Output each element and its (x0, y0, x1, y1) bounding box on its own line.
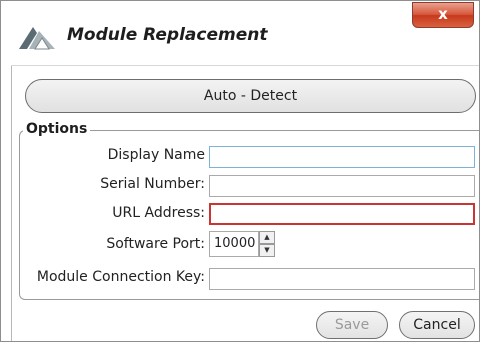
options-group-label: Options (23, 121, 91, 137)
module-replacement-dialog: Module Replacement x Auto - Detect Optio… (0, 0, 480, 342)
window-title: Module Replacement (67, 25, 268, 45)
auto-detect-button[interactable]: Auto - Detect (25, 79, 476, 113)
content-frame-left (11, 65, 12, 341)
chevron-down-icon: ▼ (264, 246, 270, 254)
serial-number-field[interactable] (209, 175, 475, 197)
display-name-label: Display Name (107, 147, 205, 163)
cancel-button[interactable]: Cancel (399, 311, 475, 339)
port-increment-button[interactable]: ▲ (259, 231, 275, 244)
connection-key-label: Module Connection Key: (36, 269, 205, 285)
port-decrement-button[interactable]: ▼ (259, 244, 275, 257)
serial-number-label: Serial Number: (100, 176, 205, 192)
software-port-field[interactable]: 10000 (209, 231, 259, 257)
display-name-field[interactable] (209, 146, 475, 168)
save-button[interactable]: Save (316, 311, 388, 339)
url-address-label: URL Address: (112, 205, 205, 221)
title-bar: Module Replacement x (1, 1, 479, 67)
chevron-up-icon: ▲ (264, 233, 270, 241)
close-button[interactable]: x (412, 2, 474, 28)
connection-key-field[interactable] (209, 268, 475, 290)
url-address-field[interactable] (209, 203, 475, 225)
content-frame-top (11, 65, 479, 66)
app-logo-icon (19, 27, 55, 50)
software-port-label: Software Port: (106, 236, 205, 252)
